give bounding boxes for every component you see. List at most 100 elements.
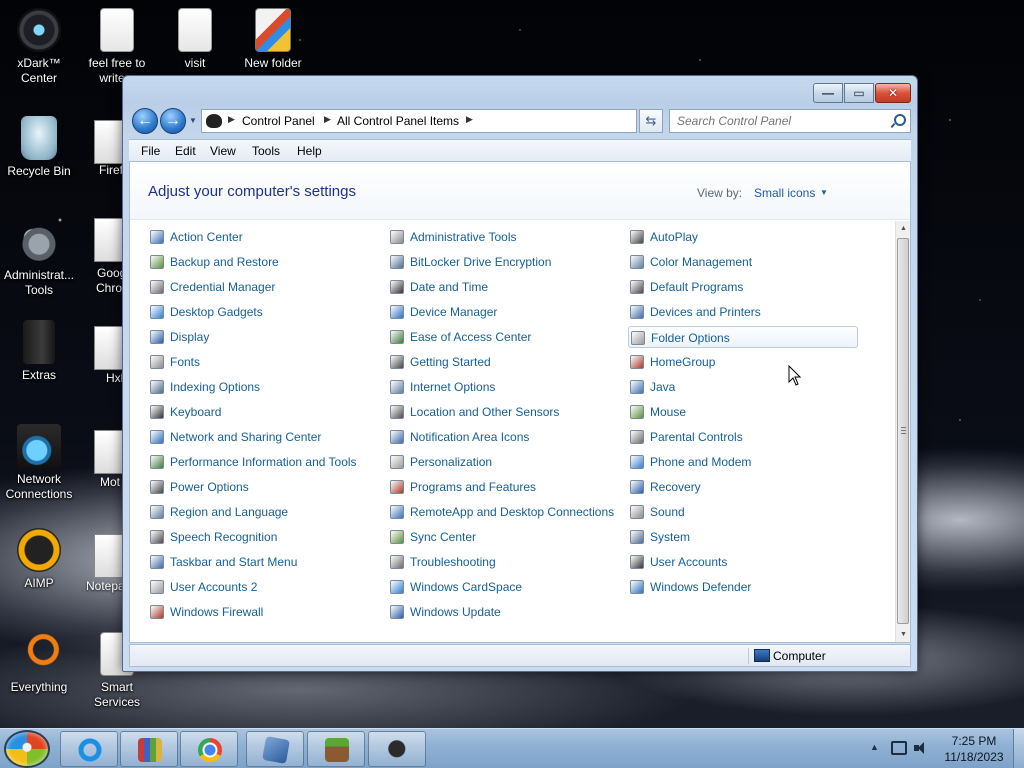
cp-item-devices-and-printers[interactable]: Devices and Printers xyxy=(628,301,858,323)
cp-item-mouse[interactable]: Mouse xyxy=(628,401,858,423)
cp-item-bitlocker-drive-encryption[interactable]: BitLocker Drive Encryption xyxy=(388,251,613,273)
cp-item-phone-and-modem[interactable]: Phone and Modem xyxy=(628,451,858,473)
cp-item-administrative-tools[interactable]: Administrative Tools xyxy=(388,226,613,248)
menu-view[interactable]: View xyxy=(210,144,236,158)
cp-item-windows-update[interactable]: Windows Update xyxy=(388,601,613,623)
cp-item-label: Location and Other Sensors xyxy=(410,405,560,419)
search-input[interactable] xyxy=(670,110,880,132)
search-icon[interactable] xyxy=(892,114,906,128)
cp-item-troubleshooting[interactable]: Troubleshooting xyxy=(388,551,613,573)
menu-file[interactable]: File xyxy=(141,144,160,158)
refresh-button[interactable]: ⇆ xyxy=(639,109,663,133)
tray-expand-icon[interactable]: ▲ xyxy=(870,742,879,752)
cp-item-label: Display xyxy=(170,330,210,344)
cp-item-folder-options[interactable]: Folder Options xyxy=(628,326,858,348)
cp-item-device-manager[interactable]: Device Manager xyxy=(388,301,613,323)
cp-item-speech-recognition[interactable]: Speech Recognition xyxy=(148,526,373,548)
cp-item-internet-options[interactable]: Internet Options xyxy=(388,376,613,398)
cp-item-desktop-gadgets[interactable]: Desktop Gadgets xyxy=(148,301,373,323)
cp-item-notification-area-icons[interactable]: Notification Area Icons xyxy=(388,426,613,448)
view-by-dropdown[interactable]: Small icons xyxy=(754,186,815,200)
cp-item-ease-of-access-center[interactable]: Ease of Access Center xyxy=(388,326,613,348)
network-tray-icon[interactable] xyxy=(891,741,907,755)
scroll-thumb[interactable] xyxy=(897,238,909,624)
cp-item-system[interactable]: System xyxy=(628,526,858,548)
recent-pages-dropdown[interactable]: ▼ xyxy=(189,116,197,125)
cp-item-windows-defender[interactable]: Windows Defender xyxy=(628,576,858,598)
cp-item-programs-and-features[interactable]: Programs and Features xyxy=(388,476,613,498)
start-button[interactable] xyxy=(4,730,50,768)
cp-item-performance-information-and-tools[interactable]: Performance Information and Tools xyxy=(148,451,373,473)
control-panel-items: Action Center Backup and Restore Credentia… xyxy=(130,221,894,642)
menu-help[interactable]: Help xyxy=(297,144,322,158)
back-button[interactable]: ← xyxy=(132,108,158,134)
search-box[interactable] xyxy=(669,109,911,133)
cp-item-display[interactable]: Display xyxy=(148,326,373,348)
chevron-right-icon[interactable]: ▶ xyxy=(228,114,235,125)
taskbar-chrome[interactable] xyxy=(180,731,238,767)
cp-item-taskbar-and-start-menu[interactable]: Taskbar and Start Menu xyxy=(148,551,373,573)
chevron-down-icon[interactable]: ▼ xyxy=(820,188,828,197)
cp-item-indexing-options[interactable]: Indexing Options xyxy=(148,376,373,398)
taskbar-minecraft[interactable] xyxy=(307,731,365,767)
cp-item-sync-center[interactable]: Sync Center xyxy=(388,526,613,548)
scroll-down-arrow-icon[interactable]: ▼ xyxy=(896,627,911,642)
menu-edit[interactable]: Edit xyxy=(175,144,196,158)
taskbar-internet-explorer[interactable] xyxy=(60,731,118,767)
volume-icon[interactable] xyxy=(914,741,930,755)
partial-label: Hxl xyxy=(106,371,124,385)
cp-item-backup-and-restore[interactable]: Backup and Restore xyxy=(148,251,373,273)
cp-item-fonts[interactable]: Fonts xyxy=(148,351,373,373)
cp-item-color-management[interactable]: Color Management xyxy=(628,251,858,273)
cp-item-java[interactable]: Java xyxy=(628,376,858,398)
cp-item-credential-manager[interactable]: Credential Manager xyxy=(148,276,373,298)
cp-item-sound[interactable]: Sound xyxy=(628,501,858,523)
chevron-right-icon[interactable]: ▶ xyxy=(466,114,473,125)
taskbar-tool[interactable] xyxy=(368,731,426,767)
cp-item-parental-controls[interactable]: Parental Controls xyxy=(628,426,858,448)
desktop-icon-visit[interactable]: visit xyxy=(156,8,234,71)
address-bar[interactable]: ▶ Control Panel ▶ All Control Panel Item… xyxy=(201,109,707,133)
forward-button[interactable]: → xyxy=(160,108,186,134)
maximize-button[interactable]: ▭ xyxy=(844,83,874,103)
breadcrumb-control-panel[interactable]: Control Panel xyxy=(242,114,315,128)
cp-item-date-and-time[interactable]: Date and Time xyxy=(388,276,613,298)
cp-item-keyboard[interactable]: Keyboard xyxy=(148,401,373,423)
cp-item-user-accounts-2[interactable]: User Accounts 2 xyxy=(148,576,373,598)
taskbar-winrar[interactable] xyxy=(120,731,178,767)
desktop-icon-recycle-bin[interactable]: Recycle Bin xyxy=(0,116,78,179)
cp-item-region-and-language[interactable]: Region and Language xyxy=(148,501,373,523)
clock[interactable]: 7:25 PM 11/18/2023 xyxy=(938,733,1010,765)
cp-item-user-accounts[interactable]: User Accounts xyxy=(628,551,858,573)
cp-item-power-options[interactable]: Power Options xyxy=(148,476,373,498)
breadcrumb-all-items[interactable]: All Control Panel Items xyxy=(337,114,459,128)
minimize-button[interactable]: — xyxy=(813,83,843,103)
desktop-icon-xdark-center[interactable]: xDark™ Center xyxy=(0,8,78,86)
scroll-up-arrow-icon[interactable]: ▲ xyxy=(896,221,911,236)
cp-item-homegroup[interactable]: HomeGroup xyxy=(628,351,858,373)
cp-item-location-and-other-sensors[interactable]: Location and Other Sensors xyxy=(388,401,613,423)
cp-item-windows-cardspace[interactable]: Windows CardSpace xyxy=(388,576,613,598)
close-button[interactable]: ✕ xyxy=(875,83,911,103)
menu-tools[interactable]: Tools xyxy=(252,144,280,158)
show-desktop-button[interactable] xyxy=(1013,729,1024,768)
cp-item-default-programs[interactable]: Default Programs xyxy=(628,276,858,298)
desktop-icon-aimp[interactable]: AIMP xyxy=(0,528,78,591)
taskbar-virtualbox[interactable] xyxy=(246,731,304,767)
desktop-icon-extras[interactable]: Extras xyxy=(0,320,78,383)
desktop-icon-admin-tools[interactable]: Administrat... Tools xyxy=(0,220,78,298)
desktop-icon-label: Recycle Bin xyxy=(7,164,71,178)
cp-item-network-and-sharing-center[interactable]: Network and Sharing Center xyxy=(148,426,373,448)
cp-item-remoteapp-and-desktop-connections[interactable]: RemoteApp and Desktop Connections xyxy=(388,501,614,523)
desktop-icon-everything[interactable]: Everything xyxy=(0,632,78,695)
cp-item-windows-firewall[interactable]: Windows Firewall xyxy=(148,601,373,623)
cp-item-action-center[interactable]: Action Center xyxy=(148,226,373,248)
cp-item-autoplay[interactable]: AutoPlay xyxy=(628,226,858,248)
desktop-icon-new-folder[interactable]: New folder xyxy=(234,8,312,71)
vertical-scrollbar[interactable]: ▲ ▼ xyxy=(895,221,910,642)
cp-item-getting-started[interactable]: Getting Started xyxy=(388,351,613,373)
cp-item-personalization[interactable]: Personalization xyxy=(388,451,613,473)
desktop-icon-network-connections[interactable]: Network Connections xyxy=(0,424,78,502)
chevron-right-icon[interactable]: ▶ xyxy=(324,114,331,125)
cp-item-recovery[interactable]: Recovery xyxy=(628,476,858,498)
